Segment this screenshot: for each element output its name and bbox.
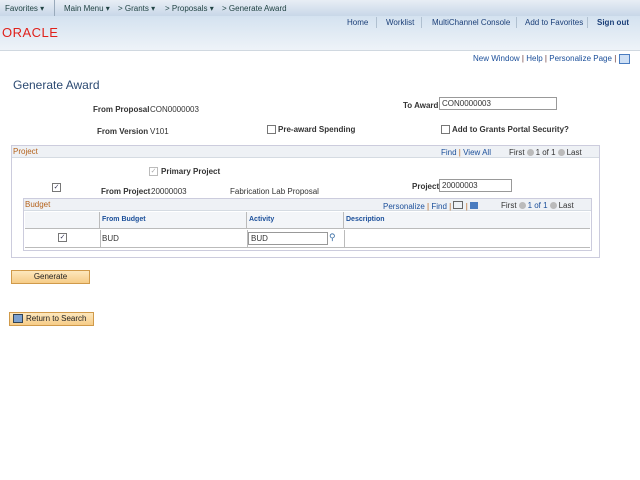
project-view-all-link[interactable]: View All bbox=[463, 148, 491, 157]
col-activity: Activity bbox=[247, 212, 344, 228]
return-to-search-button[interactable]: Return to Search bbox=[9, 312, 94, 326]
return-icon bbox=[13, 314, 23, 324]
project-count: 1 of 1 bbox=[535, 148, 556, 157]
from-proposal-value: CON0000003 bbox=[150, 105, 199, 114]
breadcrumb-grants[interactable]: > Grants ▾ bbox=[118, 4, 155, 13]
budget-row-checkbox[interactable]: ✓ bbox=[58, 233, 67, 242]
preaward-spending-label: Pre-award Spending bbox=[278, 125, 356, 134]
favorites-menu[interactable]: Favorites ▾ bbox=[5, 4, 44, 13]
oracle-logo: ORACLE bbox=[2, 25, 59, 40]
col-from-budget: From Budget bbox=[100, 212, 247, 228]
project-label: Project bbox=[412, 182, 440, 191]
activity-input[interactable]: BUD bbox=[248, 232, 328, 245]
budget-count: 1 of 1 bbox=[527, 201, 548, 210]
budget-title: Budget bbox=[25, 200, 51, 209]
project-find-link[interactable]: Find bbox=[441, 148, 457, 157]
page-title: Generate Award bbox=[13, 78, 100, 92]
project-select-checkbox[interactable]: ✓ bbox=[52, 183, 61, 192]
to-award-input[interactable]: CON0000003 bbox=[439, 97, 557, 110]
breadcrumb-generate-award: > Generate Award bbox=[222, 4, 287, 13]
project-last: Last bbox=[566, 148, 582, 157]
grid-icon[interactable] bbox=[618, 54, 630, 64]
project-section: Project Find | View All First 1 of 1 Last … bbox=[11, 145, 600, 258]
budget-grid: Budget Personalize | Find | | First 1 of … bbox=[23, 198, 592, 251]
prev-icon[interactable] bbox=[526, 149, 534, 157]
home-link[interactable]: Home bbox=[347, 18, 368, 27]
budget-personalize-link[interactable]: Personalize bbox=[383, 202, 425, 211]
table-row: ✓ BUD BUD ⚲ bbox=[25, 230, 590, 248]
project-first: First bbox=[509, 148, 525, 157]
budget-table-header: From Budget Activity Description bbox=[25, 212, 590, 229]
from-budget-cell: BUD bbox=[102, 234, 119, 243]
personalize-page-link[interactable]: Personalize Page bbox=[549, 54, 612, 63]
help-link[interactable]: Help bbox=[526, 54, 542, 63]
new-window-link[interactable]: New Window bbox=[473, 54, 520, 63]
from-version-label: From Version bbox=[97, 127, 149, 136]
from-project-label: From Project bbox=[101, 187, 151, 196]
project-title: Project bbox=[13, 147, 38, 156]
from-project-value: 20000003 bbox=[151, 187, 187, 196]
col-description: Description bbox=[346, 216, 385, 223]
preaward-spending-checkbox[interactable] bbox=[267, 125, 276, 134]
lookup-icon[interactable]: ⚲ bbox=[329, 232, 336, 243]
top-nav-bar: Favorites ▾ Main Menu ▾ > Grants ▾ > Pro… bbox=[0, 0, 640, 17]
portal-security-checkbox[interactable] bbox=[441, 125, 450, 134]
breadcrumb-proposals[interactable]: > Proposals ▾ bbox=[165, 4, 214, 13]
budget-header: Budget Personalize | Find | | First 1 of … bbox=[24, 199, 591, 211]
portal-security-label: Add to Grants Portal Security? bbox=[452, 125, 569, 134]
project-description: Fabrication Lab Proposal bbox=[230, 187, 319, 196]
generate-button[interactable]: Generate bbox=[11, 270, 90, 284]
budget-last: Last bbox=[558, 201, 574, 210]
add-to-favorites-link[interactable]: Add to Favorites bbox=[525, 18, 583, 27]
project-header: Project Find | View All First 1 of 1 Last bbox=[12, 146, 599, 158]
from-proposal-label: From Proposal bbox=[93, 105, 150, 114]
from-version-value: V101 bbox=[150, 127, 169, 136]
to-award-label: To Award bbox=[403, 101, 439, 110]
download-icon[interactable] bbox=[470, 202, 479, 209]
col-select bbox=[25, 212, 100, 228]
next-icon[interactable] bbox=[557, 149, 565, 157]
main-menu[interactable]: Main Menu ▾ bbox=[64, 4, 110, 13]
zoom-grid-icon[interactable] bbox=[453, 201, 464, 209]
next-icon[interactable] bbox=[549, 202, 557, 210]
multichannel-console-link[interactable]: MultiChannel Console bbox=[432, 18, 510, 27]
primary-project-checkbox[interactable]: ✓ bbox=[149, 167, 158, 176]
return-label: Return to Search bbox=[26, 314, 87, 323]
worklist-link[interactable]: Worklist bbox=[386, 18, 414, 27]
budget-find-link[interactable]: Find bbox=[431, 202, 447, 211]
primary-project-label: Primary Project bbox=[161, 167, 221, 176]
header: ORACLE Home Worklist MultiChannel Consol… bbox=[0, 16, 640, 51]
prev-icon[interactable] bbox=[518, 202, 526, 210]
project-input[interactable]: 20000003 bbox=[439, 179, 512, 192]
sign-out-link[interactable]: Sign out bbox=[597, 18, 629, 27]
budget-first: First bbox=[501, 201, 517, 210]
